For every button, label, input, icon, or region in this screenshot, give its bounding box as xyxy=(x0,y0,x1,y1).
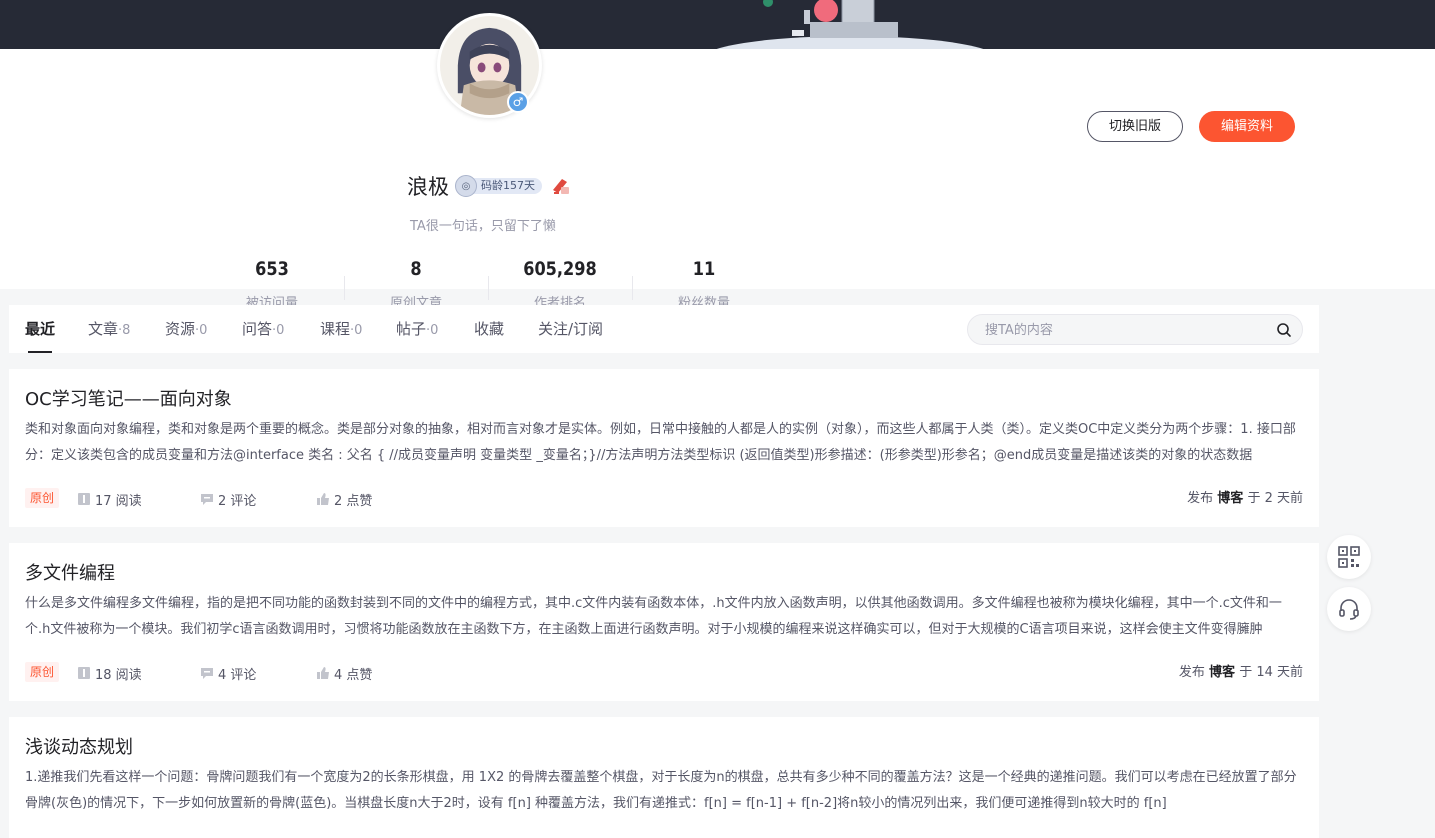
edit-profile-button[interactable]: 编辑资料 xyxy=(1199,111,1295,142)
stat-author-rank[interactable]: 605,298 作者排名 xyxy=(488,254,632,311)
publish-time: 于 2 天前 xyxy=(1247,491,1303,506)
tab-label: 帖子 xyxy=(396,320,427,338)
article-card[interactable]: 多文件编程 什么是多文件编程多文件编程，指的是把不同功能的函数封装到不同的文件中… xyxy=(9,543,1319,701)
profile-card: 切换旧版 编辑资料 浪极 ◎ 码龄157天 TA很一句话，只留下了懒 653 被… xyxy=(0,49,1435,311)
publish-info: 发布 博客 于 2 天前 xyxy=(1187,488,1303,510)
original-badge: 原创 xyxy=(25,488,60,508)
thumbs-up-icon xyxy=(317,667,329,679)
tab-following[interactable]: 关注/订阅 xyxy=(538,305,603,353)
publish-source: 博客 xyxy=(1217,491,1244,506)
article-meta: 原创 17 阅读 2 评论 2 点赞 发布 博客 于 2 天前 xyxy=(25,488,1303,510)
tab-count: ·0 xyxy=(195,323,208,338)
tab-label: 课程 xyxy=(320,320,351,338)
like-count-text: 2 点赞 xyxy=(334,493,373,509)
stat-original-articles[interactable]: 8 原创文章 xyxy=(344,254,488,311)
article-title[interactable]: 多文件编程 xyxy=(25,559,115,585)
stat-value: 605,298 xyxy=(523,258,597,280)
qr-code-icon xyxy=(1338,546,1360,568)
tab-label: 收藏 xyxy=(474,320,505,338)
tab-count: ·0 xyxy=(350,323,363,338)
stat-followers[interactable]: 11 粉丝数量 xyxy=(632,254,776,311)
tab-label: 问答 xyxy=(242,320,273,338)
tab-label: 资源 xyxy=(165,320,196,338)
publish-time: 于 14 天前 xyxy=(1239,665,1303,680)
publish-info: 发布 博客 于 14 天前 xyxy=(1179,662,1303,684)
headset-icon xyxy=(1339,599,1359,620)
read-count: 18 阅读 xyxy=(77,662,142,684)
tab-label: 文章 xyxy=(88,320,119,338)
switch-old-version-button[interactable]: 切换旧版 xyxy=(1087,111,1183,142)
read-count-text: 18 阅读 xyxy=(95,667,142,683)
publish-source: 博客 xyxy=(1209,665,1236,680)
read-icon xyxy=(78,493,90,505)
tab-posts[interactable]: 帖子·0 xyxy=(396,305,438,353)
article-card[interactable]: OC学习笔记——面向对象 类和对象面向对象编程，类和对象是两个重要的概念。类是部… xyxy=(9,369,1319,527)
code-age-badge: ◎ 码龄157天 xyxy=(455,175,542,197)
tab-count: ·0 xyxy=(272,323,285,338)
qr-code-button[interactable] xyxy=(1327,535,1371,579)
thumbs-up-icon xyxy=(317,493,329,505)
article-card[interactable]: 浅谈动态规划 1.递推我们先看这样一个问题：骨牌问题我们有一个宽度为2的长条形棋… xyxy=(9,717,1319,838)
publish-prefix: 发布 xyxy=(1178,665,1205,680)
like-count[interactable]: 4 点赞 xyxy=(316,662,372,684)
article-title[interactable]: OC学习笔记——面向对象 xyxy=(25,385,232,411)
tab-articles[interactable]: 文章·8 xyxy=(88,305,130,353)
comment-icon xyxy=(201,494,213,505)
code-age-label: 码龄157天 xyxy=(471,178,542,194)
profile-banner xyxy=(0,0,1435,49)
read-icon xyxy=(78,667,90,679)
stat-value: 8 xyxy=(410,258,422,280)
tab-count: ·0 xyxy=(426,323,439,338)
original-badge: 原创 xyxy=(25,662,60,682)
profile-stats: 653 被访问量 8 原创文章 605,298 作者排名 11 粉丝数量 xyxy=(200,254,776,311)
tab-label: 关注/订阅 xyxy=(538,320,604,338)
content-tab-bar: 最近 文章·8 资源·0 问答·0 课程·0 帖子·0 收藏 关注/订阅 xyxy=(9,305,1319,353)
content-search xyxy=(967,314,1303,345)
tab-resources[interactable]: 资源·0 xyxy=(165,305,207,353)
article-summary[interactable]: 什么是多文件编程多文件编程，指的是把不同功能的函数封装到不同的文件中的编程方式，… xyxy=(25,591,1303,643)
article-summary[interactable]: 类和对象面向对象编程，类和对象是两个重要的概念。类是部分对象的抽象，相对而言对象… xyxy=(25,417,1303,469)
search-icon[interactable] xyxy=(1276,322,1292,338)
code-age-icon: ◎ xyxy=(455,175,477,197)
tab-label: 最近 xyxy=(25,320,56,338)
tab-questions[interactable]: 问答·0 xyxy=(242,305,284,353)
tab-recent[interactable]: 最近 xyxy=(25,305,55,353)
customer-service-button[interactable] xyxy=(1327,587,1371,631)
profile-bio: TA很一句话，只留下了懒 xyxy=(410,219,556,234)
tab-courses[interactable]: 课程·0 xyxy=(320,305,362,353)
article-meta: 原创 18 阅读 4 评论 4 点赞 发布 博客 于 14 天前 xyxy=(25,662,1303,684)
article-title[interactable]: 浅谈动态规划 xyxy=(25,733,133,759)
stat-value: 653 xyxy=(255,258,289,280)
tab-count: ·8 xyxy=(118,323,131,338)
read-count: 17 阅读 xyxy=(77,488,142,510)
read-count-text: 17 阅读 xyxy=(95,493,142,509)
comment-count[interactable]: 2 评论 xyxy=(200,488,256,510)
article-summary[interactable]: 1.递推我们先看这样一个问题：骨牌问题我们有一个宽度为2的长条形棋盘，用 1X2… xyxy=(25,765,1303,817)
profile-name-row: 浪极 ◎ 码龄157天 xyxy=(407,171,570,201)
search-input[interactable] xyxy=(985,321,1265,339)
comment-icon xyxy=(201,668,213,679)
comment-count-text: 4 评论 xyxy=(218,667,257,683)
blog-star-badge-icon[interactable] xyxy=(550,176,570,196)
stat-value: 11 xyxy=(692,258,716,280)
comment-count[interactable]: 4 评论 xyxy=(200,662,256,684)
publish-prefix: 发布 xyxy=(1187,491,1214,506)
banner-illustration xyxy=(716,0,984,49)
like-count[interactable]: 2 点赞 xyxy=(316,488,372,510)
comment-count-text: 2 评论 xyxy=(218,493,257,509)
like-count-text: 4 点赞 xyxy=(334,667,373,683)
username: 浪极 xyxy=(407,175,449,199)
tab-favorites[interactable]: 收藏 xyxy=(474,305,504,353)
stat-visits[interactable]: 653 被访问量 xyxy=(200,254,344,311)
gender-male-icon: ♂ xyxy=(507,91,529,113)
